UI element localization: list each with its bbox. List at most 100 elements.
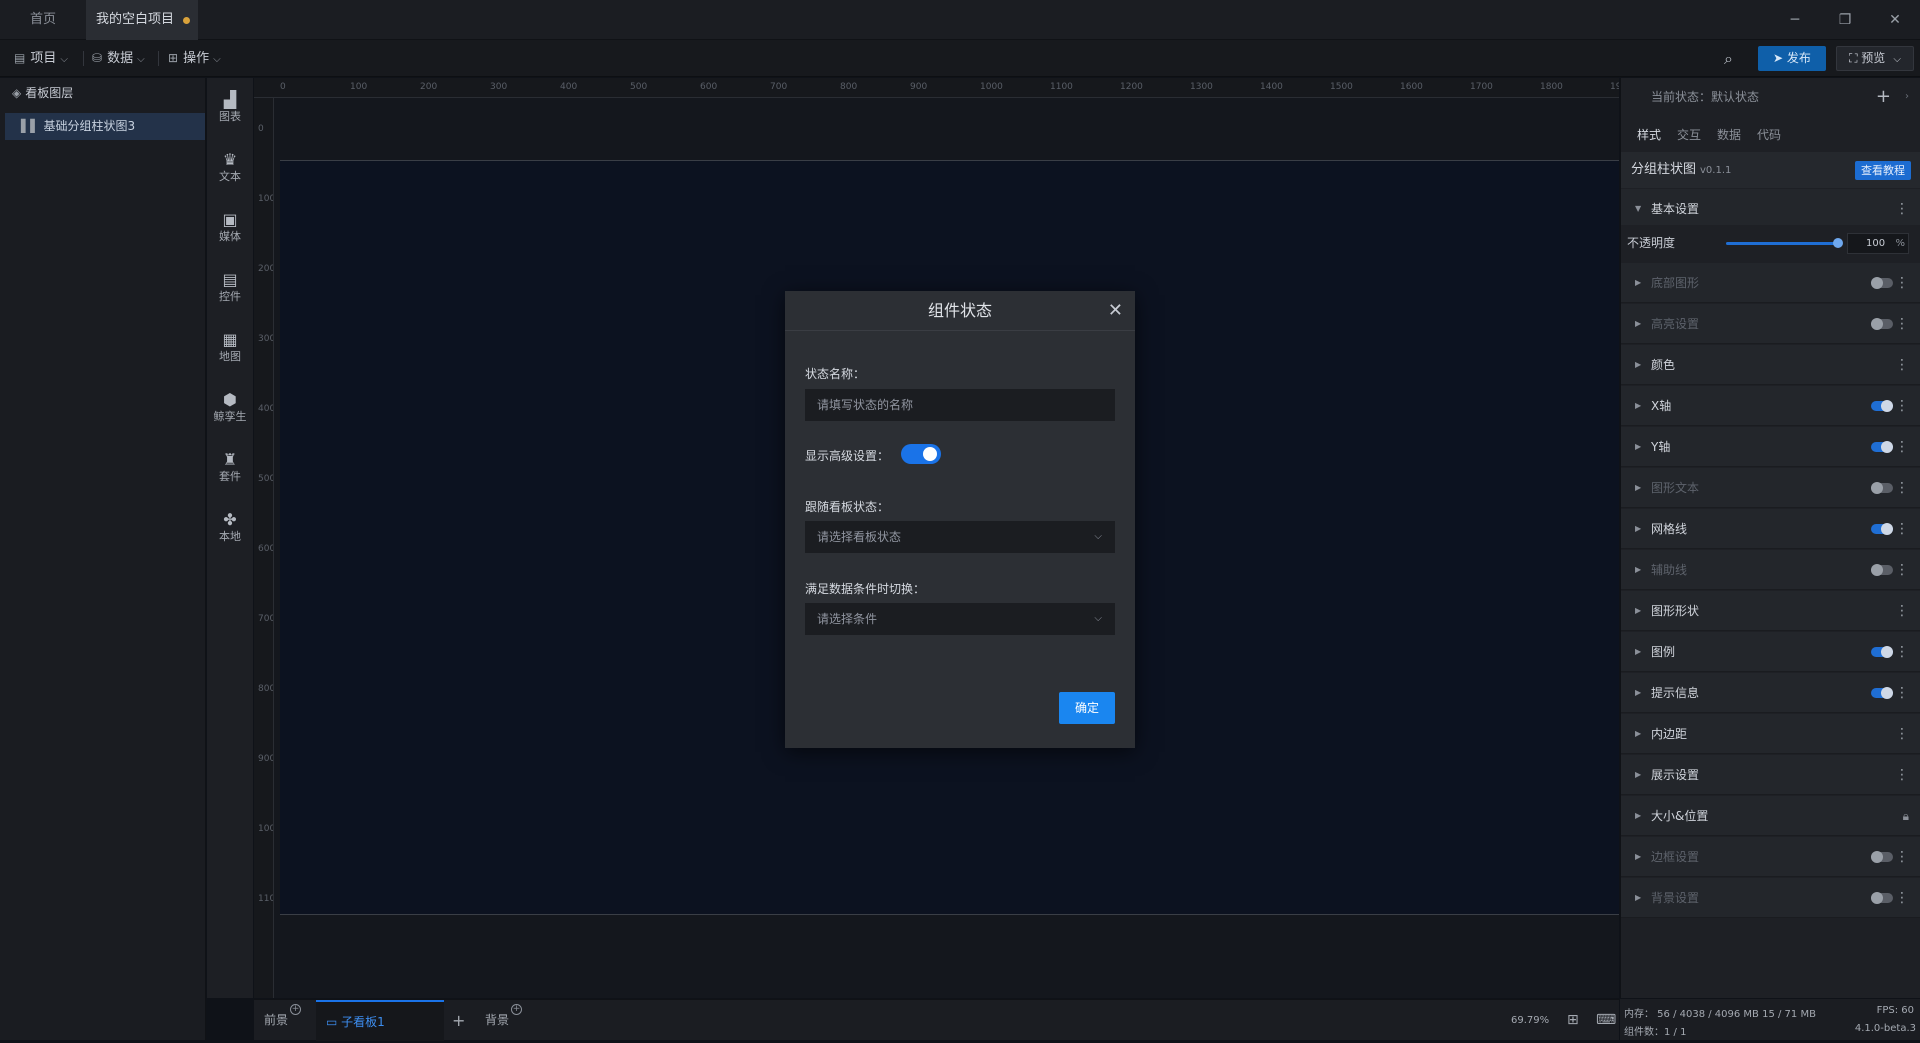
section-item[interactable]: ▶ 图例 ⋮: [1621, 632, 1920, 672]
section-toggle[interactable]: [1871, 687, 1893, 699]
state-name-input[interactable]: 请填写状态的名称: [805, 389, 1115, 421]
tool-map[interactable]: ▦ 地图: [207, 328, 253, 378]
more-icon[interactable]: ⋮: [1895, 345, 1909, 385]
divider: [83, 51, 84, 66]
section-item[interactable]: ▶ Y轴 ⋮: [1621, 427, 1920, 467]
ruler-tick-label: 1000: [258, 824, 273, 834]
section-label: 网格线: [1651, 522, 1688, 536]
section-item[interactable]: ▶ 辅助线 ⋮: [1621, 550, 1920, 590]
tutorial-button[interactable]: 查看教程: [1855, 161, 1911, 180]
tool-kit[interactable]: ♜ 套件: [207, 448, 253, 498]
preview-label: 预览: [1861, 51, 1886, 65]
section-item[interactable]: ▶ 背景设置 ⋮: [1621, 878, 1920, 918]
add-circle-icon[interactable]: +: [511, 1004, 523, 1015]
section-toggle[interactable]: [1871, 400, 1893, 412]
section-item[interactable]: ▶ 图形文本 ⋮: [1621, 468, 1920, 508]
section-toggle[interactable]: [1871, 318, 1893, 330]
more-icon[interactable]: ⋮: [1895, 427, 1909, 467]
menu-project[interactable]: ▤ 项目 ⌵: [14, 40, 68, 77]
advanced-toggle[interactable]: [901, 444, 941, 464]
add-state-icon[interactable]: +: [1876, 78, 1891, 116]
fit-screen-icon[interactable]: ⊞: [1567, 1000, 1579, 1041]
tool-control[interactable]: ▤ 控件: [207, 268, 253, 318]
more-icon[interactable]: ⋮: [1895, 189, 1909, 229]
more-icon[interactable]: ⋮: [1895, 837, 1909, 877]
opacity-slider[interactable]: [1726, 242, 1838, 245]
preview-button[interactable]: ⛶ 预览 ⌵: [1836, 46, 1914, 71]
section-item[interactable]: ▶ 高亮设置 ⋮: [1621, 304, 1920, 344]
tab-data[interactable]: 数据: [1717, 120, 1741, 150]
section-item[interactable]: ▶ 内边距 ⋮: [1621, 714, 1920, 754]
tab-style[interactable]: 样式: [1637, 120, 1661, 150]
tab-home[interactable]: 首页: [0, 0, 86, 40]
menu-ops[interactable]: ⊞ 操作 ⌵: [168, 40, 221, 77]
tab-interaction[interactable]: 交互: [1677, 120, 1701, 150]
section-item[interactable]: ▶ 图形形状 ⋮: [1621, 591, 1920, 631]
section-item[interactable]: ▶ X轴 ⋮: [1621, 386, 1920, 426]
section-item[interactable]: ▶ 网格线 ⋮: [1621, 509, 1920, 549]
section-toggle[interactable]: [1871, 646, 1893, 658]
section-item[interactable]: ▶ 展示设置 ⋮: [1621, 755, 1920, 795]
tab-project[interactable]: 我的空白项目: [86, 0, 198, 40]
section-basic[interactable]: ▼ 基本设置 ⋮: [1621, 189, 1920, 229]
keyboard-icon[interactable]: ⌨: [1596, 1000, 1616, 1041]
close-window-icon[interactable]: ✕: [1870, 0, 1920, 40]
tab-background[interactable]: 背景+: [485, 1000, 523, 1041]
more-icon[interactable]: ⋮: [1895, 591, 1909, 631]
ruler-tick-label: 100: [350, 82, 368, 92]
more-icon[interactable]: ⋮: [1895, 755, 1909, 795]
close-icon[interactable]: ✕: [1108, 291, 1123, 331]
section-item[interactable]: ▶ 底部图形 ⋮: [1621, 263, 1920, 303]
confirm-button[interactable]: 确定: [1059, 692, 1115, 724]
section-toggle[interactable]: [1871, 564, 1893, 576]
section-item[interactable]: ▶ 提示信息 ⋮: [1621, 673, 1920, 713]
section-toggle[interactable]: [1871, 482, 1893, 494]
tool-chart[interactable]: ▟ 图表: [207, 88, 253, 138]
app-version: 4.1.0-beta.3: [1854, 1023, 1916, 1034]
section-toggle[interactable]: [1871, 851, 1893, 863]
tool-local[interactable]: ✤ 本地: [207, 508, 253, 558]
section-toggle[interactable]: [1871, 277, 1893, 289]
tool-twin[interactable]: ⬢ 鲸孪生: [207, 388, 253, 438]
more-icon[interactable]: ⋮: [1895, 304, 1909, 344]
unsaved-dot-icon: [183, 17, 190, 24]
more-icon[interactable]: ⋮: [1895, 468, 1909, 508]
opacity-slider-handle[interactable]: [1833, 238, 1843, 248]
more-icon[interactable]: ⋮: [1895, 550, 1909, 590]
minimize-icon[interactable]: ─: [1770, 0, 1820, 40]
tab-subboard[interactable]: ▭ 子看板1: [316, 1000, 444, 1041]
section-item[interactable]: ▶ 颜色 ⋮: [1621, 345, 1920, 385]
section-toggle[interactable]: [1871, 441, 1893, 453]
section-toggle[interactable]: [1871, 523, 1893, 535]
section-label: 提示信息: [1651, 686, 1700, 700]
tab-code[interactable]: 代码: [1757, 120, 1781, 150]
section-item[interactable]: ▶ 边框设置 ⋮: [1621, 837, 1920, 877]
more-icon[interactable]: ⋮: [1895, 632, 1909, 672]
add-circle-icon[interactable]: +: [290, 1004, 302, 1015]
add-board-icon[interactable]: +: [452, 1000, 465, 1041]
condition-select[interactable]: 请选择条件 ⌵: [805, 603, 1115, 635]
layer-item[interactable]: ▌▌ 基础分组柱状图3: [5, 113, 205, 140]
twin-icon: ⬢: [223, 390, 237, 409]
follow-state-select[interactable]: 请选择看板状态 ⌵: [805, 521, 1115, 553]
more-icon[interactable]: ⋮: [1895, 386, 1909, 426]
tab-foreground[interactable]: 前景+: [264, 1000, 302, 1041]
more-icon[interactable]: ⋮: [1895, 509, 1909, 549]
tool-label: 控件: [219, 290, 241, 303]
publish-button[interactable]: ➤ 发布: [1758, 46, 1826, 71]
chevron-right-icon[interactable]: ›: [1905, 78, 1909, 116]
more-icon[interactable]: ⋮: [1895, 878, 1909, 918]
section-toggle[interactable]: [1871, 892, 1893, 904]
restore-icon[interactable]: ❐: [1820, 0, 1870, 40]
menu-data[interactable]: ⛁ 数据 ⌵: [92, 40, 145, 77]
lock-icon[interactable]: 🔒︎: [1903, 796, 1909, 836]
divider: [158, 51, 159, 66]
more-icon[interactable]: ⋮: [1895, 714, 1909, 754]
more-icon[interactable]: ⋮: [1895, 673, 1909, 713]
search-icon[interactable]: ⌕: [1724, 40, 1733, 77]
section-item[interactable]: ▶ 大小&位置 🔒︎: [1621, 796, 1920, 836]
tool-media[interactable]: ▣ 媒体: [207, 208, 253, 258]
opacity-input[interactable]: 100%: [1847, 233, 1909, 254]
more-icon[interactable]: ⋮: [1895, 263, 1909, 303]
tool-text[interactable]: ♛ 文本: [207, 148, 253, 198]
